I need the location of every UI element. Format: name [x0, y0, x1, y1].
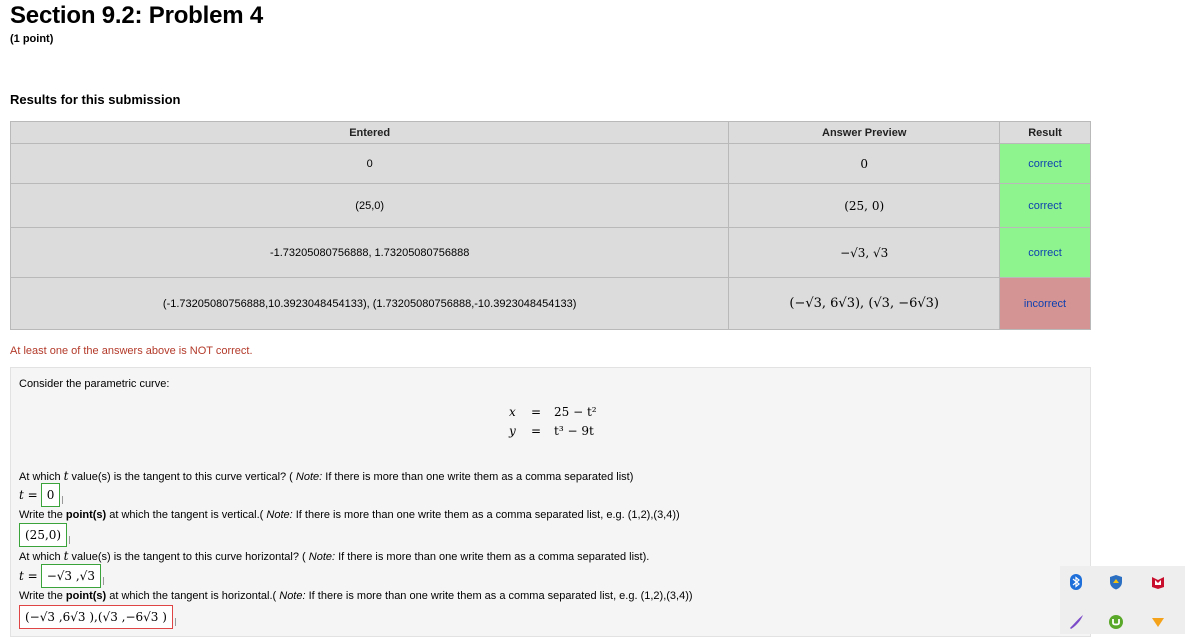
dropdown-arrow-icon[interactable]: [1150, 614, 1166, 630]
answer-label: t =: [19, 488, 38, 502]
results-heading: Results for this submission: [10, 92, 181, 107]
answer-row-vertical-points: (25,0): [16, 523, 71, 547]
preview-cell: −√3, √3: [728, 227, 1001, 278]
question-horizontal-t: At which t value(s) is the tangent to th…: [19, 549, 650, 563]
answer-feedback-marker: [62, 496, 64, 504]
equation-rhs-x: 25 − t²: [554, 405, 597, 419]
mcafee-icon[interactable]: [1150, 574, 1166, 590]
equation-equals: =: [531, 405, 542, 419]
answer-feedback-marker: [69, 536, 71, 544]
result-cell: correct: [999, 143, 1091, 184]
result-cell: incorrect: [999, 277, 1091, 330]
system-tray-popup: [1060, 566, 1185, 634]
answer-feedback-marker: [102, 577, 105, 585]
results-header-row: Entered Answer Preview Result: [9, 121, 1091, 144]
bluetooth-icon[interactable]: [1068, 574, 1084, 590]
column-header-entered: Entered: [9, 121, 730, 144]
entered-cell: -1.73205080756888, 1.73205080756888: [9, 227, 730, 278]
preview-cell: (−√3, 6√3), (√3, −6√3): [728, 277, 1001, 330]
problem-intro: Consider the parametric curve:: [19, 378, 170, 390]
answer-row-horizontal-t: t = −√3 ,√3: [19, 564, 105, 588]
answer-feedback-marker: [174, 618, 177, 626]
entered-cell: 0: [9, 143, 730, 184]
answer-horizontal-t-input[interactable]: −√3 ,√3: [40, 564, 101, 588]
column-header-answer-preview: Answer Preview: [728, 121, 1001, 144]
answer-row-vertical-t: t = 0: [19, 483, 64, 507]
equation-lhs-y: y: [509, 424, 516, 438]
answer-row-horizontal-points: (−√3 ,6√3 ),(√3 ,−6√3 ): [16, 605, 177, 629]
security-shield-icon[interactable]: [1108, 574, 1124, 590]
preview-cell: 0: [728, 143, 1001, 184]
question-vertical-t: At which t value(s) is the tangent to th…: [19, 469, 634, 483]
equation-rhs-y: t³ − 9t: [554, 424, 594, 438]
table-row: 0 0 correct: [9, 143, 1091, 184]
pen-icon[interactable]: [1068, 614, 1084, 630]
points-label: (1 point): [10, 33, 54, 45]
results-table: Entered Answer Preview Result 0 0 correc…: [9, 121, 1091, 330]
utorrent-icon[interactable]: [1108, 614, 1124, 630]
result-cell: correct: [999, 227, 1091, 278]
answer-horizontal-points-input[interactable]: (−√3 ,6√3 ),(√3 ,−6√3 ): [19, 605, 173, 629]
result-cell: correct: [999, 183, 1091, 228]
equation-lhs-x: x: [509, 405, 516, 419]
column-header-result: Result: [999, 121, 1091, 144]
answer-label: t =: [19, 569, 38, 583]
table-row: (25,0) (25, 0) correct: [9, 183, 1091, 228]
table-row: (-1.73205080756888,10.3923048454133), (1…: [9, 277, 1091, 330]
equation-equals: =: [531, 424, 542, 438]
answer-vertical-points-input[interactable]: (25,0): [19, 523, 68, 547]
entered-cell: (25,0): [9, 183, 730, 228]
page-title: Section 9.2: Problem 4: [10, 2, 264, 29]
question-horizontal-points: Write the point(s) at which the tangent …: [19, 590, 693, 602]
problem-body: Consider the parametric curve: x = 25 − …: [10, 367, 1091, 637]
preview-cell: (25, 0): [728, 183, 1001, 228]
incorrect-warning: At least one of the answers above is NOT…: [10, 345, 253, 357]
answer-vertical-t-input[interactable]: 0: [40, 483, 61, 507]
question-vertical-points: Write the point(s) at which the tangent …: [19, 509, 680, 521]
entered-cell: (-1.73205080756888,10.3923048454133), (1…: [9, 277, 730, 330]
table-row: -1.73205080756888, 1.73205080756888 −√3,…: [9, 227, 1091, 278]
